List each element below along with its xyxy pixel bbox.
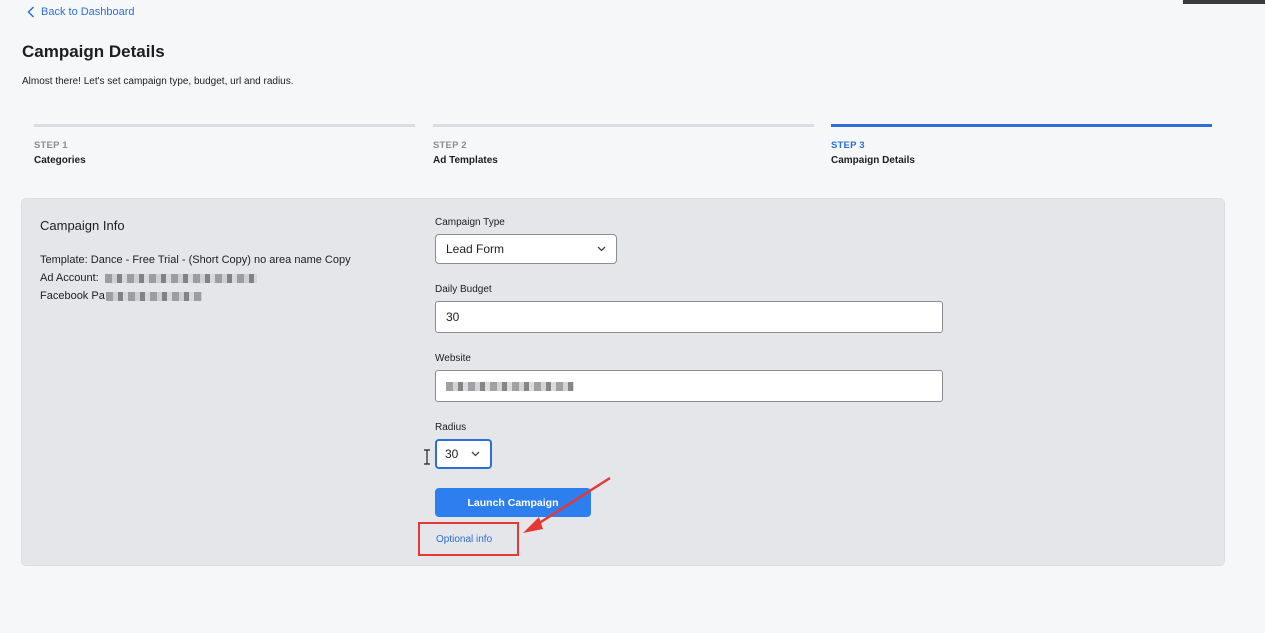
page-title: Campaign Details bbox=[22, 42, 165, 61]
step-number: STEP 3 bbox=[831, 140, 865, 151]
campaign-type-label: Campaign Type bbox=[435, 217, 505, 228]
radius-select[interactable]: 30 bbox=[435, 439, 492, 469]
facebook-page-line: Facebook Pa bbox=[40, 287, 351, 305]
radius-value: 30 bbox=[445, 447, 459, 461]
step-number: STEP 1 bbox=[34, 140, 68, 151]
campaign-type-value: Lead Form bbox=[446, 242, 505, 256]
step-categories[interactable]: STEP 1 Categories bbox=[34, 124, 415, 166]
step-number: STEP 2 bbox=[433, 140, 467, 151]
facebook-page-redacted bbox=[105, 291, 202, 301]
facebook-page-key: Facebook Pa bbox=[40, 290, 105, 302]
campaign-type-select[interactable]: Lead Form bbox=[435, 234, 617, 264]
daily-budget-label: Daily Budget bbox=[435, 284, 492, 295]
step-label: Ad Templates bbox=[433, 155, 498, 166]
red-arrow-icon bbox=[523, 476, 611, 533]
daily-budget-value: 30 bbox=[446, 310, 460, 324]
template-value: Dance - Free Trial - (Short Copy) no are… bbox=[90, 254, 351, 266]
chevron-left-icon bbox=[27, 6, 35, 18]
template-line: Template: Dance - Free Trial - (Short Co… bbox=[40, 251, 351, 269]
step-label: Categories bbox=[34, 155, 86, 166]
website-redacted bbox=[446, 381, 574, 391]
page: Back to Dashboard Campaign Details Almos… bbox=[0, 0, 1265, 633]
ad-account-key: Ad Account: bbox=[40, 272, 99, 284]
back-to-dashboard-link[interactable]: Back to Dashboard bbox=[27, 6, 135, 18]
radius-label: Radius bbox=[435, 422, 467, 433]
window-thumbnail bbox=[1183, 0, 1265, 4]
template-key: Template: bbox=[40, 254, 88, 266]
step-progress-bar bbox=[433, 124, 814, 127]
stepper: STEP 1 Categories STEP 2 Ad Templates ST… bbox=[34, 124, 1212, 174]
back-link-label: Back to Dashboard bbox=[41, 6, 135, 18]
campaign-info-details: Template: Dance - Free Trial - (Short Co… bbox=[40, 251, 351, 305]
ad-account-redacted bbox=[104, 273, 257, 283]
campaign-info-title: Campaign Info bbox=[40, 218, 125, 233]
chevron-down-icon bbox=[597, 246, 606, 252]
campaign-form: Campaign Type Lead Form Daily Budget 30 … bbox=[435, 217, 943, 517]
website-input[interactable] bbox=[435, 370, 943, 402]
ad-account-line: Ad Account: bbox=[40, 269, 351, 287]
text-cursor-icon bbox=[424, 449, 430, 465]
step-campaign-details[interactable]: STEP 3 Campaign Details bbox=[831, 124, 1212, 166]
daily-budget-input[interactable]: 30 bbox=[435, 301, 943, 333]
campaign-card: Campaign Info Template: Dance - Free Tri… bbox=[22, 199, 1224, 565]
page-subtitle: Almost there! Let's set campaign type, b… bbox=[22, 76, 294, 87]
step-ad-templates[interactable]: STEP 2 Ad Templates bbox=[433, 124, 814, 166]
website-label: Website bbox=[435, 353, 471, 364]
step-label: Campaign Details bbox=[831, 155, 915, 166]
step-progress-bar bbox=[34, 124, 415, 127]
annotation-highlight-box bbox=[418, 522, 519, 556]
chevron-down-icon bbox=[471, 451, 480, 457]
step-progress-bar bbox=[831, 124, 1212, 127]
